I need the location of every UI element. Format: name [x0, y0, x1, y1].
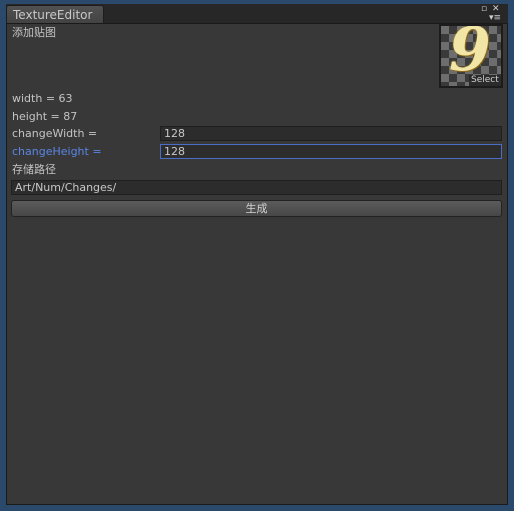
texture-object-field[interactable]: 9 Select: [439, 24, 503, 88]
change-height-field[interactable]: 128: [160, 144, 502, 159]
texture-preview-image: 9: [449, 24, 491, 85]
texture-editor-panel: 添加贴图 9 Select width = 63 height = 87 cha…: [6, 23, 508, 505]
generate-button[interactable]: 生成: [11, 200, 502, 217]
change-width-field[interactable]: 128: [160, 126, 502, 141]
texture-select-button[interactable]: Select: [469, 75, 501, 86]
width-readout: width = 63: [12, 92, 73, 105]
save-path-label: 存储路径: [12, 163, 56, 176]
tab-title: TextureEditor: [13, 8, 93, 22]
tab-texture-editor[interactable]: TextureEditor: [6, 5, 104, 23]
save-path-field[interactable]: Art/Num/Changes/: [11, 180, 502, 195]
height-readout: height = 87: [12, 110, 78, 123]
editor-window: TextureEditor ▫ ✕ ▾≡ 添加贴图 9 Select width…: [0, 0, 514, 511]
add-texture-label: 添加贴图: [12, 26, 56, 39]
change-width-label: changeWidth =: [12, 127, 98, 140]
change-height-label: changeHeight =: [12, 145, 102, 158]
window-menu-icon[interactable]: ▾≡: [489, 13, 501, 23]
tab-bar: TextureEditor ▫ ✕ ▾≡: [6, 4, 508, 23]
maximize-icon[interactable]: ▫: [481, 4, 487, 14]
